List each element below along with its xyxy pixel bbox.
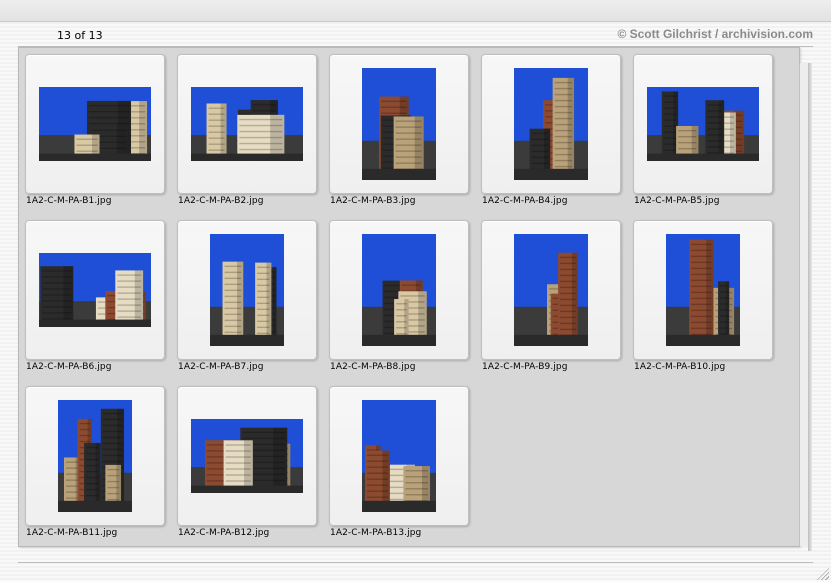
photo-image xyxy=(210,234,284,346)
photo-thumbnail[interactable] xyxy=(514,234,588,346)
thumbnail-filename: 1A2-C-M-PA-B7.jpg xyxy=(178,362,264,372)
photo-image xyxy=(191,419,303,493)
photo-thumbnail[interactable] xyxy=(39,87,151,161)
photo-image xyxy=(514,234,588,346)
thumbnail-card[interactable] xyxy=(481,54,621,194)
thumbnail-card[interactable] xyxy=(177,54,317,194)
photo-image xyxy=(362,68,436,180)
thumbnail-filename: 1A2-C-M-PA-B1.jpg xyxy=(26,196,112,206)
photo-thumbnail[interactable] xyxy=(647,87,759,161)
thumbnail-card[interactable] xyxy=(481,220,621,360)
thumbnail-filename: 1A2-C-M-PA-B13.jpg xyxy=(330,528,422,538)
photo-image xyxy=(647,87,759,161)
thumbnail-filename: 1A2-C-M-PA-B8.jpg xyxy=(330,362,416,372)
photo-thumbnail[interactable] xyxy=(514,68,588,180)
thumbnail-card[interactable] xyxy=(25,220,165,360)
thumbnail-filename: 1A2-C-M-PA-B4.jpg xyxy=(482,196,568,206)
thumbnail-card[interactable] xyxy=(329,220,469,360)
photo-thumbnail[interactable] xyxy=(362,68,436,180)
thumbnail-card[interactable] xyxy=(25,386,165,526)
photo-thumbnail[interactable] xyxy=(362,400,436,512)
photo-image xyxy=(39,87,151,161)
thumbnail-grid: 1A2-C-M-PA-B1.jpg 1A2-C-M-PA-B2.jpg 1A2-C-… xyxy=(0,0,831,582)
photo-thumbnail[interactable] xyxy=(191,419,303,493)
thumbnail-filename: 1A2-C-M-PA-B6.jpg xyxy=(26,362,112,372)
photo-image xyxy=(362,234,436,346)
thumbnail-card[interactable] xyxy=(329,386,469,526)
photo-thumbnail[interactable] xyxy=(58,400,132,512)
photo-thumbnail[interactable] xyxy=(666,234,740,346)
photo-image xyxy=(362,400,436,512)
photo-thumbnail[interactable] xyxy=(362,234,436,346)
thumbnail-card[interactable] xyxy=(177,386,317,526)
thumbnail-filename: 1A2-C-M-PA-B9.jpg xyxy=(482,362,568,372)
photo-image xyxy=(58,400,132,512)
thumbnail-filename: 1A2-C-M-PA-B2.jpg xyxy=(178,196,264,206)
thumbnail-card[interactable] xyxy=(633,220,773,360)
thumbnail-card[interactable] xyxy=(25,54,165,194)
photo-image xyxy=(191,87,303,161)
photo-thumbnail[interactable] xyxy=(210,234,284,346)
thumbnail-card[interactable] xyxy=(177,220,317,360)
photo-image xyxy=(666,234,740,346)
photo-image xyxy=(514,68,588,180)
photo-thumbnail[interactable] xyxy=(191,87,303,161)
photo-thumbnail[interactable] xyxy=(39,253,151,327)
thumbnail-filename: 1A2-C-M-PA-B3.jpg xyxy=(330,196,416,206)
photo-image xyxy=(39,253,151,327)
thumbnail-filename: 1A2-C-M-PA-B5.jpg xyxy=(634,196,720,206)
thumbnail-card[interactable] xyxy=(633,54,773,194)
thumbnail-filename: 1A2-C-M-PA-B10.jpg xyxy=(634,362,726,372)
thumbnail-filename: 1A2-C-M-PA-B11.jpg xyxy=(26,528,118,538)
thumbnail-card[interactable] xyxy=(329,54,469,194)
footer-divider xyxy=(18,562,813,563)
thumbnail-filename: 1A2-C-M-PA-B12.jpg xyxy=(178,528,270,538)
